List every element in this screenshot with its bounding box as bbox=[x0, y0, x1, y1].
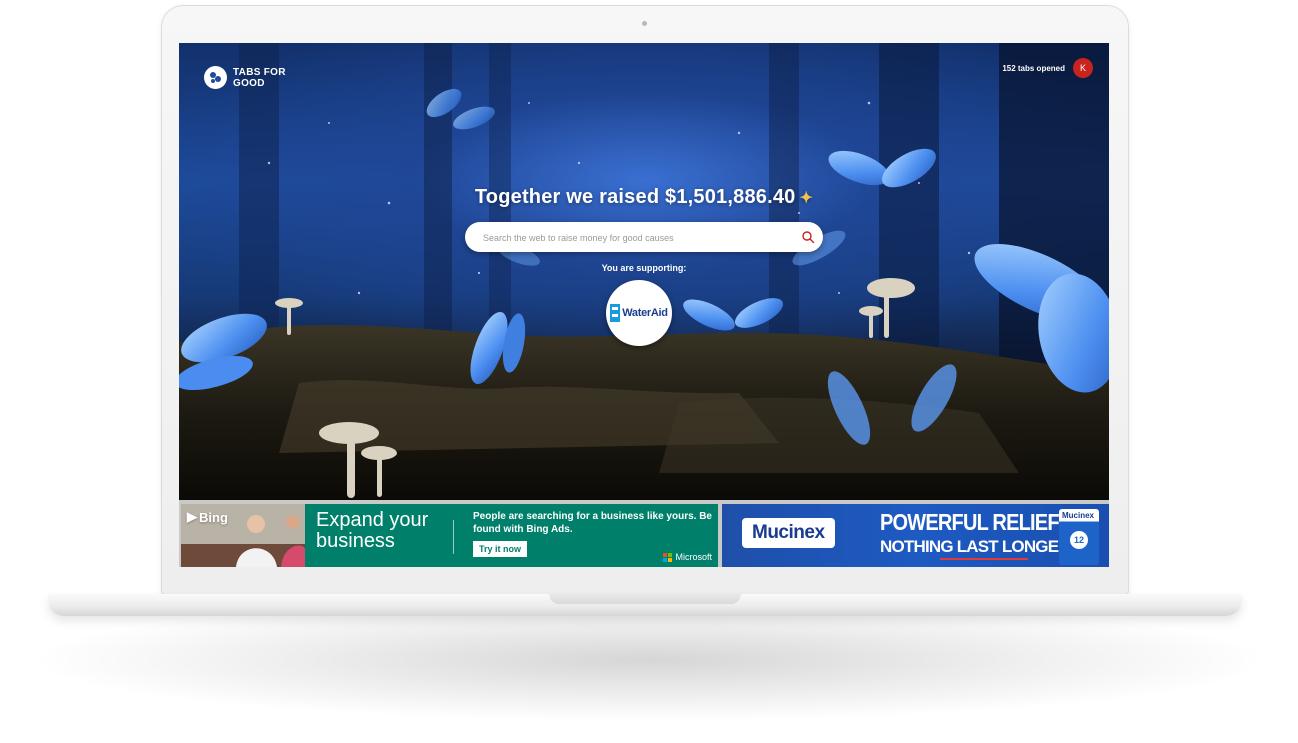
mucinex-logo: Mucinex bbox=[742, 518, 835, 548]
search-icon[interactable] bbox=[801, 230, 815, 244]
bing-ad-divider bbox=[453, 520, 454, 554]
tabs-for-good-logo-icon bbox=[204, 66, 227, 89]
user-status: 152 tabs opened K bbox=[1002, 58, 1093, 78]
bing-logo-icon: ▶ bbox=[187, 509, 197, 524]
mucinex-product-box: Mucinex 12 bbox=[1059, 509, 1099, 565]
bing-logo-text: Bing bbox=[199, 509, 228, 525]
search-bar bbox=[465, 222, 823, 254]
ad-strip: ▶ Bing Expand your business People are s… bbox=[179, 500, 1109, 567]
try-it-now-button[interactable]: Try it now bbox=[473, 541, 528, 557]
wateraid-logo-icon bbox=[610, 304, 621, 322]
money-raised-headline: Together we raised $1,501,886.40 ✦ bbox=[179, 186, 1109, 209]
tabs-opened-count: 152 tabs opened bbox=[1002, 63, 1065, 73]
money-raised-text: Together we raised $1,501,886.40 bbox=[474, 186, 796, 208]
mucinex-underline bbox=[940, 558, 1028, 560]
mucinex-subheadline: NOTHING LAST LONGER bbox=[880, 537, 1071, 556]
microsoft-logo-icon bbox=[663, 552, 673, 562]
mucinex-box-badge: 12 bbox=[1070, 531, 1088, 549]
bing-ad-photo: ▶ Bing bbox=[181, 504, 305, 567]
charity-badge[interactable]: WaterAid bbox=[606, 280, 672, 346]
mucinex-box-label: Mucinex bbox=[1062, 511, 1095, 520]
search-input[interactable] bbox=[481, 222, 785, 254]
microsoft-logo: Microsoft bbox=[663, 552, 712, 562]
mucinex-headline: POWERFUL RELIEF bbox=[880, 510, 1060, 536]
laptop-notch bbox=[549, 594, 741, 604]
webcam bbox=[642, 21, 647, 26]
bing-ad-headline: Expand your business bbox=[316, 509, 429, 552]
supporting-label: You are supporting: bbox=[601, 263, 687, 273]
charity-name: WaterAid bbox=[622, 307, 668, 319]
browser-screen: TABS FOR GOOD 152 tabs opened K Together… bbox=[179, 43, 1109, 567]
microsoft-label: Microsoft bbox=[675, 552, 712, 562]
new-tab-page: TABS FOR GOOD 152 tabs opened K Together… bbox=[179, 43, 1109, 500]
brand-name: TABS FOR GOOD bbox=[233, 66, 286, 89]
brand-logo[interactable]: TABS FOR GOOD bbox=[204, 66, 293, 89]
bing-logo: ▶ Bing bbox=[187, 509, 228, 525]
bing-ad-body: People are searching for a business like… bbox=[473, 511, 712, 535]
user-avatar[interactable]: K bbox=[1073, 58, 1093, 78]
laptop-shadow bbox=[40, 600, 1258, 720]
mucinex-ad[interactable]: Mucinex POWERFUL RELIEF NOTHING LAST LON… bbox=[722, 504, 1109, 567]
sparkle-icon: ✦ bbox=[799, 190, 814, 207]
bing-ad[interactable]: ▶ Bing Expand your business People are s… bbox=[181, 504, 718, 567]
